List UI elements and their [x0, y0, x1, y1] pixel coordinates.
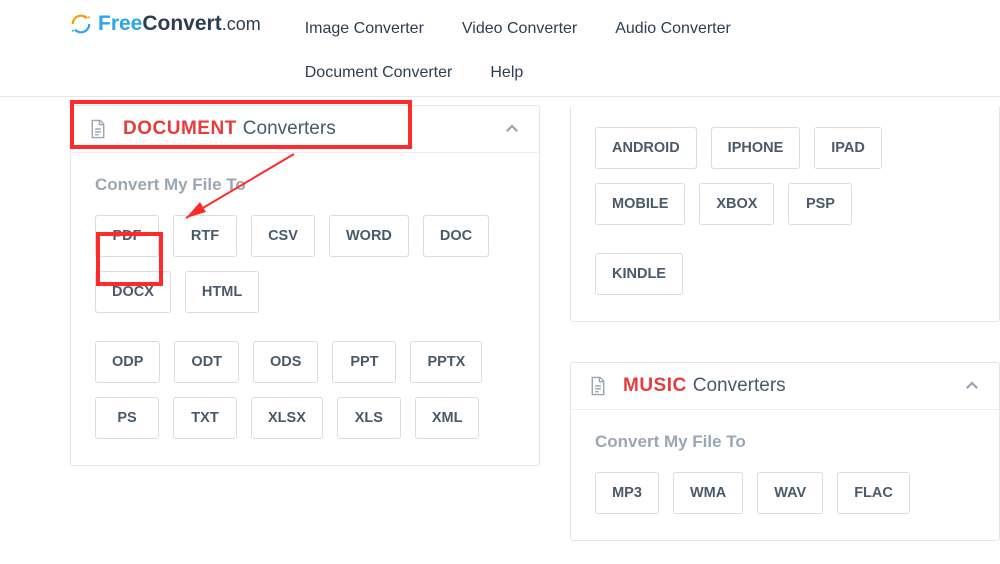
- chip-csv[interactable]: CSV: [251, 215, 315, 257]
- chip-iphone[interactable]: IPHONE: [711, 127, 801, 169]
- chip-txt[interactable]: TXT: [173, 397, 237, 439]
- chip-ppt[interactable]: PPT: [332, 341, 396, 383]
- chip-wma[interactable]: WMA: [673, 472, 743, 514]
- chip-mp3[interactable]: MP3: [595, 472, 659, 514]
- logo-text-convert: Convert: [142, 12, 221, 35]
- chip-rtf[interactable]: RTF: [173, 215, 237, 257]
- chip-pptx[interactable]: PPTX: [410, 341, 482, 383]
- chip-doc[interactable]: DOC: [423, 215, 489, 257]
- document-converters-card: DOCUMENT Converters Convert My File To P…: [70, 105, 540, 466]
- chip-word[interactable]: WORD: [329, 215, 409, 257]
- nav-help[interactable]: Help: [490, 62, 523, 84]
- document-subhead: Convert My File To: [71, 153, 539, 215]
- music-chip-list: MP3 WMA WAV FLAC: [571, 472, 999, 540]
- music-card-header[interactable]: MUSIC Converters: [571, 363, 999, 410]
- chip-odt[interactable]: ODT: [174, 341, 239, 383]
- music-title-strong: MUSIC: [623, 375, 687, 397]
- chip-ods[interactable]: ODS: [253, 341, 318, 383]
- chip-xbox[interactable]: XBOX: [699, 183, 774, 225]
- document-icon: [589, 376, 607, 396]
- nav-audio-converter[interactable]: Audio Converter: [615, 18, 731, 40]
- chip-xls[interactable]: XLS: [337, 397, 401, 439]
- chip-xlsx[interactable]: XLSX: [251, 397, 323, 439]
- chip-mobile[interactable]: MOBILE: [595, 183, 685, 225]
- chip-android[interactable]: ANDROID: [595, 127, 697, 169]
- logo-text-free: Free: [98, 12, 142, 35]
- music-converters-card: MUSIC Converters Convert My File To MP3 …: [570, 362, 1000, 541]
- device-chip-list: ANDROID IPHONE IPAD MOBILE XBOX PSP KIND…: [571, 105, 999, 321]
- chip-pdf[interactable]: PDF: [95, 215, 159, 257]
- chip-psp[interactable]: PSP: [788, 183, 852, 225]
- site-logo[interactable]: FreeConvert.com: [70, 12, 261, 36]
- chip-ipad[interactable]: IPAD: [814, 127, 882, 169]
- chip-docx[interactable]: DOCX: [95, 271, 171, 313]
- nav-document-converter[interactable]: Document Converter: [305, 62, 453, 84]
- main-nav: Image Converter Video Converter Audio Co…: [305, 14, 865, 106]
- chevron-up-icon[interactable]: [503, 120, 521, 138]
- site-header: FreeConvert.com Image Converter Video Co…: [0, 0, 1000, 97]
- music-title-rest: Converters: [693, 375, 786, 397]
- document-card-header[interactable]: DOCUMENT Converters: [71, 106, 539, 153]
- chip-html[interactable]: HTML: [185, 271, 259, 313]
- chip-xml[interactable]: XML: [415, 397, 480, 439]
- nav-image-converter[interactable]: Image Converter: [305, 18, 424, 40]
- chip-flac[interactable]: FLAC: [837, 472, 910, 514]
- nav-video-converter[interactable]: Video Converter: [462, 18, 577, 40]
- device-converters-card: ANDROID IPHONE IPAD MOBILE XBOX PSP KIND…: [570, 105, 1000, 322]
- chevron-up-icon[interactable]: [963, 377, 981, 395]
- main-content: DOCUMENT Converters Convert My File To P…: [0, 97, 1000, 541]
- document-title-rest: Converters: [243, 118, 336, 140]
- logo-text-dotcom: .com: [222, 14, 261, 34]
- music-subhead: Convert My File To: [571, 410, 999, 472]
- chip-ps[interactable]: PS: [95, 397, 159, 439]
- chip-odp[interactable]: ODP: [95, 341, 160, 383]
- chip-wav[interactable]: WAV: [757, 472, 823, 514]
- document-title-strong: DOCUMENT: [123, 118, 237, 140]
- document-chip-list: PDF RTF CSV WORD DOC DOCX HTML ODP ODT O…: [71, 215, 539, 465]
- refresh-icon: [70, 13, 92, 35]
- document-icon: [89, 119, 107, 139]
- chip-kindle[interactable]: KINDLE: [595, 253, 683, 295]
